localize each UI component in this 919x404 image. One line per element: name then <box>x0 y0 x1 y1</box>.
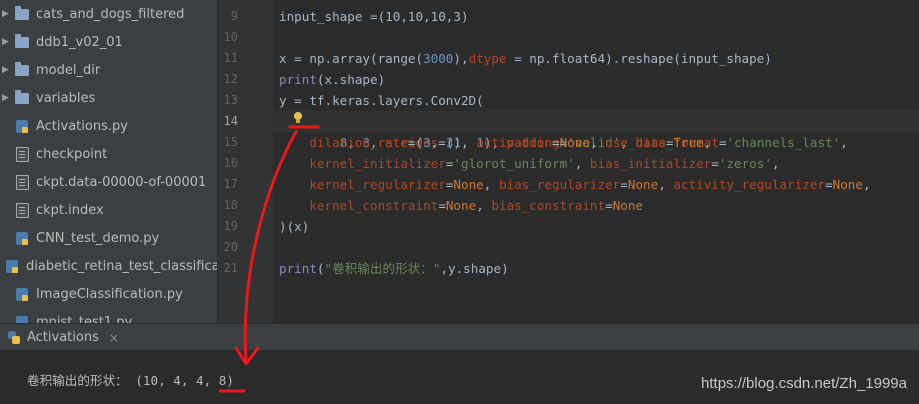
code-line-12[interactable]: print(x.shape) <box>279 69 385 90</box>
line-number: 18 <box>223 198 238 212</box>
folder-icon <box>14 89 30 106</box>
line-number-current: 14 <box>223 114 238 128</box>
text-file-icon <box>14 202 30 218</box>
code-editor[interactable]: input_shape =(10,10,10,3) x = np.array(r… <box>273 0 919 323</box>
line-number: 15 <box>223 135 238 149</box>
tree-item-model-dir[interactable]: ▶ model_dir <box>0 56 217 84</box>
code-line-19[interactable]: )(x) <box>279 216 309 237</box>
line-number: 20 <box>223 240 238 254</box>
tree-item-cnn-test-demo[interactable]: CNN_test_demo.py <box>0 224 217 252</box>
tree-item-label: ddb1_v02_01 <box>36 34 123 50</box>
tree-item-label: variables <box>36 90 96 106</box>
tree-item-mnist-test1[interactable]: mnist_test1.py <box>0 308 217 323</box>
project-tree-panel: ▶ cats_and_dogs_filtered ▶ ddb1_v02_01 ▶ mo… <box>0 0 217 323</box>
tree-item-diabetic-retina[interactable]: diabetic_retina_test_classification <box>0 252 217 280</box>
tree-item-ckpt-index[interactable]: ckpt.index <box>0 196 217 224</box>
line-number: 11 <box>223 51 238 65</box>
tree-item-label: model_dir <box>36 62 101 78</box>
folder-icon <box>14 61 30 78</box>
python-file-icon <box>14 286 30 302</box>
chevron-right-icon[interactable]: ▶ <box>2 37 12 47</box>
line-number: 13 <box>223 93 238 107</box>
python-file-icon <box>14 314 30 323</box>
line-number: 9 <box>230 9 238 23</box>
python-file-icon <box>4 258 20 274</box>
tree-item-ddb1[interactable]: ▶ ddb1_v02_01 <box>0 28 217 56</box>
line-number: 16 <box>223 156 238 170</box>
python-icon <box>8 331 20 344</box>
run-tab-label: Activations <box>27 330 99 345</box>
code-line-17[interactable]: kernel_regularizer=None, bias_regularize… <box>279 174 870 195</box>
python-file-icon <box>14 230 30 246</box>
run-console-output: 卷积输出的形状： (10, 4, 4, 8) https://blog.csdn… <box>0 350 919 404</box>
tree-item-label: Activations.py <box>36 118 128 134</box>
lightbulb-icon[interactable] <box>293 111 303 125</box>
line-number: 12 <box>223 72 238 86</box>
tree-item-label: ImageClassification.py <box>36 286 183 302</box>
line-number: 19 <box>223 219 238 233</box>
tree-item-label: ckpt.index <box>36 202 104 218</box>
folder-icon <box>14 33 30 50</box>
chevron-right-icon[interactable]: ▶ <box>2 93 12 103</box>
close-icon[interactable]: × <box>109 331 119 345</box>
code-line-21[interactable]: print("卷积输出的形状：",y.shape) <box>279 258 509 279</box>
code-line-15[interactable]: dilation_rate=(3, 3), activation=None, u… <box>279 132 711 153</box>
tree-item-cats-and-dogs-filtered[interactable]: ▶ cats_and_dogs_filtered <box>0 0 217 28</box>
chevron-right-icon[interactable]: ▶ <box>2 65 12 75</box>
code-line-11[interactable]: x = np.array(range(3000),dtype = np.floa… <box>279 48 772 69</box>
tree-item-activations-py[interactable]: Activations.py <box>0 112 217 140</box>
run-tool-window-header: Activations × <box>0 323 919 351</box>
python-file-icon <box>14 118 30 134</box>
tree-item-label: mnist_test1.py <box>36 314 133 324</box>
code-line-18[interactable]: kernel_constraint=None, bias_constraint=… <box>279 195 643 216</box>
line-number: 21 <box>223 261 238 275</box>
run-tab-activations[interactable]: Activations × <box>0 324 119 351</box>
tree-item-label: cats_and_dogs_filtered <box>36 6 185 22</box>
line-number: 10 <box>223 30 238 44</box>
tree-item-image-classification[interactable]: ImageClassification.py <box>0 280 217 308</box>
watermark: https://blog.csdn.net/Zh_1999a <box>701 375 907 392</box>
text-file-icon <box>14 146 30 162</box>
code-line-14[interactable]: 8, 3, strides=(1, 1), padding='valid', d… <box>279 111 848 150</box>
text-file-icon <box>14 174 30 190</box>
line-number-gutter: 9 10 11 12 13 14 15 16 17 18 19 20 21 <box>217 0 274 323</box>
tree-item-ckpt-data[interactable]: ckpt.data-00000-of-00001 <box>0 168 217 196</box>
tree-item-variables[interactable]: ▶ variables <box>0 84 217 112</box>
code-line-16[interactable]: kernel_initializer='glorot_uniform', bia… <box>279 153 779 174</box>
tree-item-label: CNN_test_demo.py <box>36 230 160 246</box>
code-line-13[interactable]: y = tf.keras.layers.Conv2D( <box>279 90 484 111</box>
code-line-9[interactable]: input_shape =(10,10,10,3) <box>279 6 469 27</box>
console-output-line: 卷积输出的形状： (10, 4, 4, 8) <box>27 373 234 388</box>
line-number: 17 <box>223 177 238 191</box>
tree-item-label: checkpoint <box>36 146 108 162</box>
tree-item-label: ckpt.data-00000-of-00001 <box>36 174 207 190</box>
chevron-right-icon[interactable]: ▶ <box>2 9 12 19</box>
tree-item-checkpoint[interactable]: checkpoint <box>0 140 217 168</box>
tree-item-label: diabetic_retina_test_classification <box>26 258 217 274</box>
folder-icon <box>14 5 30 22</box>
